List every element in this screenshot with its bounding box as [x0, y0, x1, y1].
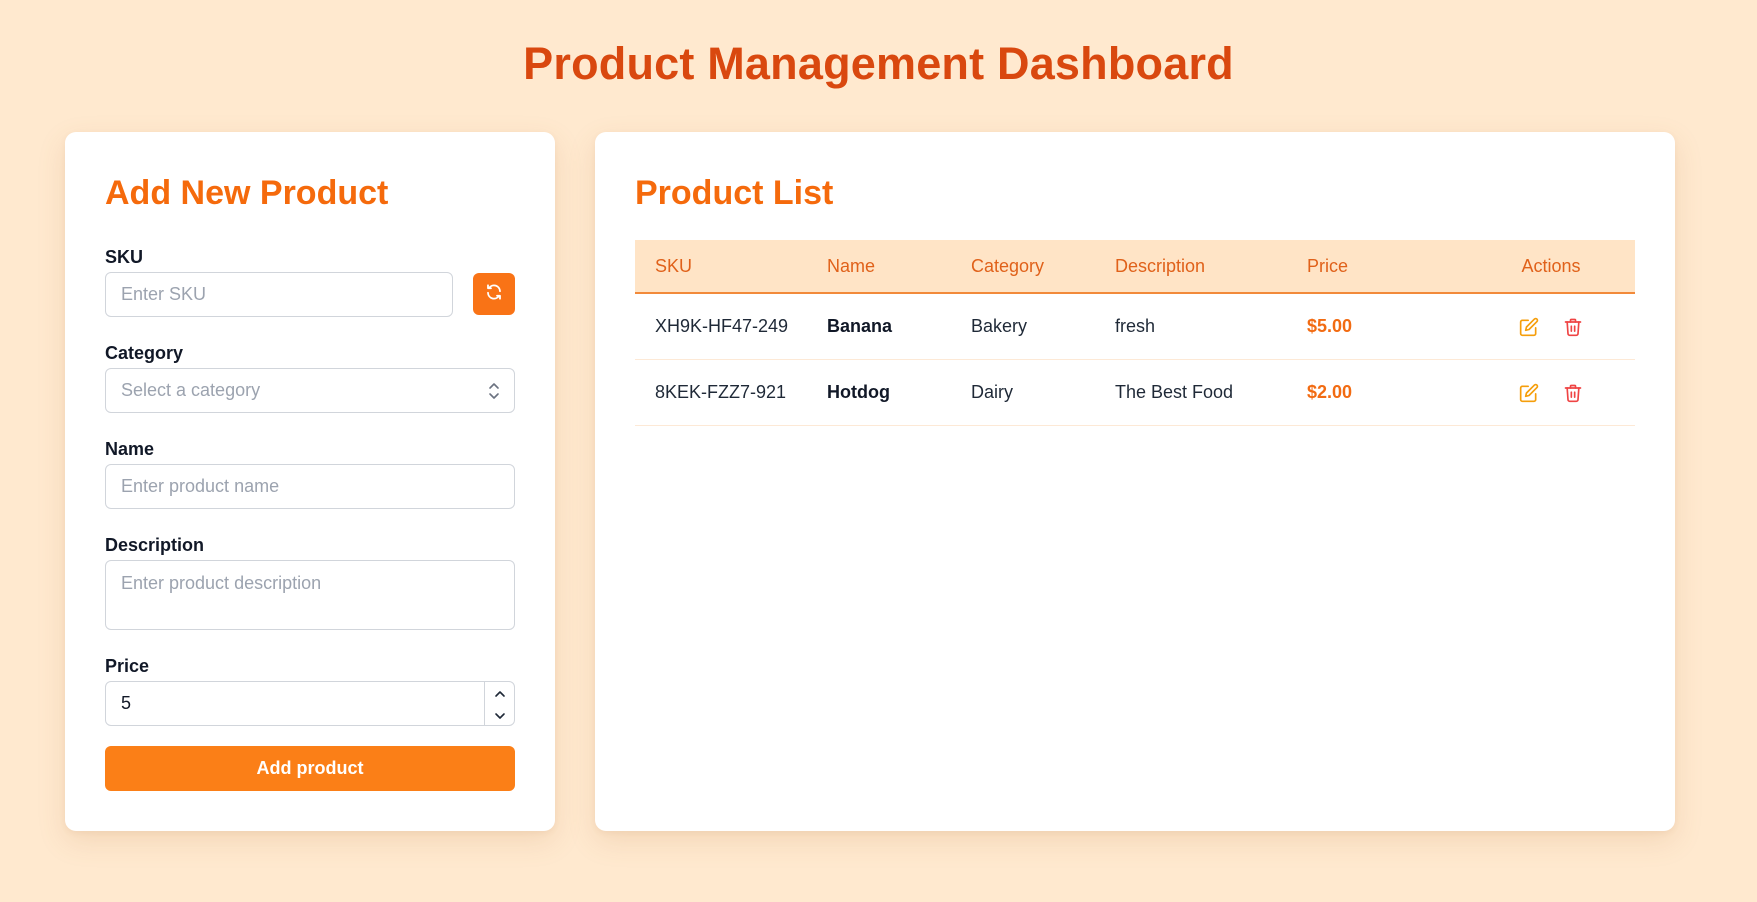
edit-icon[interactable] — [1518, 382, 1540, 404]
cell-description: fresh — [1115, 316, 1156, 336]
product-table: SKU Name Category Description Price Acti… — [635, 240, 1635, 426]
add-product-title: Add New Product — [105, 174, 389, 212]
table-header: SKU Name Category Description Price Acti… — [635, 240, 1635, 294]
add-product-card: Add New Product SKU Enter SKU Category S… — [65, 132, 555, 831]
category-label: Category — [105, 343, 184, 363]
column-header-name[interactable]: Name — [827, 256, 971, 277]
cell-sku: XH9K-HF47-249 — [655, 316, 789, 336]
column-header-description[interactable]: Description — [1115, 256, 1307, 277]
category-select-value: Select a category — [121, 380, 261, 400]
name-label: Name — [105, 439, 155, 459]
trash-icon[interactable] — [1562, 382, 1584, 404]
sku-label: SKU — [105, 247, 144, 267]
description-textarea[interactable]: Enter product description — [105, 560, 515, 630]
add-product-button[interactable]: Add product — [105, 746, 515, 791]
column-header-price[interactable]: Price — [1307, 256, 1467, 277]
cell-category: Bakery — [971, 316, 1028, 336]
price-value: 5 — [121, 693, 132, 713]
chevron-down-icon — [494, 704, 506, 725]
name-input[interactable]: Enter product name — [105, 464, 515, 509]
column-header-category[interactable]: Category — [971, 256, 1115, 277]
sku-input[interactable]: Enter SKU — [105, 272, 453, 317]
page-title: Product Management Dashboard — [523, 38, 1234, 89]
cell-name: Hotdog — [827, 382, 890, 402]
cell-actions — [1467, 316, 1635, 338]
trash-icon[interactable] — [1562, 316, 1584, 338]
cell-category: Dairy — [971, 382, 1014, 402]
cell-sku: 8KEK-FZZ7-921 — [655, 382, 787, 402]
price-input[interactable]: 5 — [105, 681, 515, 726]
chevron-up-down-icon — [488, 381, 500, 401]
table-row: 8KEK-FZZ7-921 Hotdog Dairy The Best Food… — [635, 360, 1635, 426]
edit-icon[interactable] — [1518, 316, 1540, 338]
price-stepper — [484, 682, 514, 725]
column-header-sku[interactable]: SKU — [635, 256, 827, 277]
product-list-title: Product List — [635, 174, 834, 212]
column-header-actions: Actions — [1521, 255, 1581, 276]
refresh-icon — [485, 283, 503, 306]
decrement-button[interactable] — [485, 704, 514, 726]
cell-actions — [1467, 382, 1635, 404]
table-row: XH9K-HF47-249 Banana Bakery fresh $5.00 — [635, 294, 1635, 360]
product-list-card: Product List SKU Name Category Descripti… — [595, 132, 1675, 831]
description-label: Description — [105, 535, 205, 555]
cell-price: $2.00 — [1307, 382, 1353, 402]
chevron-up-icon — [494, 682, 506, 703]
category-select[interactable]: Select a category — [105, 368, 515, 413]
cell-description: The Best Food — [1115, 382, 1234, 402]
increment-button[interactable] — [485, 682, 514, 704]
cell-name: Banana — [827, 316, 893, 336]
cell-price: $5.00 — [1307, 316, 1353, 336]
generate-sku-button[interactable] — [473, 273, 515, 315]
price-label: Price — [105, 656, 150, 676]
